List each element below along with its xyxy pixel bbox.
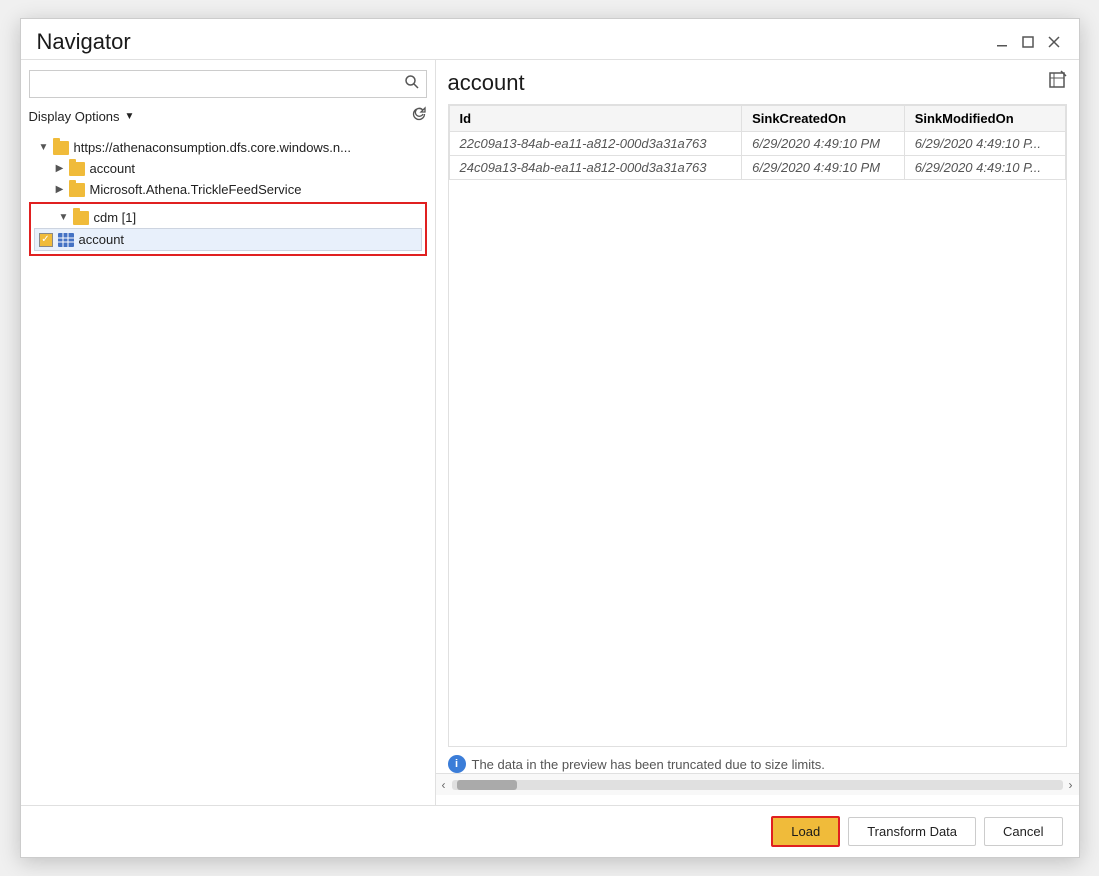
cell-modified-1: 6/29/2020 4:49:10 P... xyxy=(904,132,1065,156)
expand-icon: ▶ xyxy=(53,162,67,176)
preview-table-wrapper: Id SinkCreatedOn SinkModifiedOn 22c09a13… xyxy=(448,104,1067,747)
dialog-titlebar: Navigator xyxy=(21,19,1079,59)
table-header-row: Id SinkCreatedOn SinkModifiedOn xyxy=(449,106,1065,132)
tree-item-cdm[interactable]: ▼ cdm [1] xyxy=(33,207,423,228)
preview-header: account xyxy=(448,70,1067,96)
root-url-label: https://athenaconsumption.dfs.core.windo… xyxy=(74,140,352,155)
tree-container: ▼ https://athenaconsumption.dfs.core.win… xyxy=(29,137,427,795)
cell-id-2: 24c09a13-84ab-ea11-a812-000d3a31a763 xyxy=(449,156,742,180)
dialog-title: Navigator xyxy=(37,29,131,55)
table-icon xyxy=(58,233,74,247)
cdm-account-label: account xyxy=(79,232,125,247)
col-sink-created: SinkCreatedOn xyxy=(742,106,905,132)
cell-created-1: 6/29/2020 4:49:10 PM xyxy=(742,132,905,156)
table-row: 24c09a13-84ab-ea11-a812-000d3a31a763 6/2… xyxy=(449,156,1065,180)
chevron-down-icon: ▼ xyxy=(125,111,135,122)
scroll-track[interactable] xyxy=(452,780,1063,790)
h-scroll-area: ‹ › xyxy=(436,773,1079,795)
dialog-footer: Load Transform Data Cancel xyxy=(21,805,1079,857)
titlebar-controls xyxy=(993,33,1063,51)
cell-id-1: 22c09a13-84ab-ea11-a812-000d3a31a763 xyxy=(449,132,742,156)
preview-action-button[interactable] xyxy=(1047,70,1067,95)
account-checkbox[interactable]: ✓ xyxy=(39,233,53,247)
collapse-icon: ▼ xyxy=(37,141,51,155)
cell-created-2: 6/29/2020 4:49:10 PM xyxy=(742,156,905,180)
close-button[interactable] xyxy=(1045,33,1063,51)
col-sink-modified: SinkModifiedOn xyxy=(904,106,1065,132)
display-options-row: Display Options ▼ xyxy=(29,106,427,127)
display-options-button[interactable]: Display Options ▼ xyxy=(29,109,135,124)
cancel-button[interactable]: Cancel xyxy=(984,817,1062,846)
info-icon: i xyxy=(448,755,466,773)
expand-icon: ▶ xyxy=(53,183,67,197)
scroll-thumb xyxy=(457,780,517,790)
dialog-body: Display Options ▼ ▼ https://athenaconsum… xyxy=(21,59,1079,805)
left-panel: Display Options ▼ ▼ https://athenaconsum… xyxy=(21,60,436,805)
col-id: Id xyxy=(449,106,742,132)
minimize-button[interactable] xyxy=(993,33,1011,51)
scroll-right-button[interactable]: › xyxy=(1067,778,1075,792)
display-options-label: Display Options xyxy=(29,109,120,124)
cdm-group: ▼ cdm [1] ✓ xyxy=(29,202,427,256)
search-box xyxy=(29,70,427,98)
search-input[interactable] xyxy=(36,77,404,92)
tree-item-root[interactable]: ▼ https://athenaconsumption.dfs.core.win… xyxy=(29,137,427,158)
collapse-icon: ▼ xyxy=(57,211,71,225)
scroll-left-button[interactable]: ‹ xyxy=(440,778,448,792)
folder-icon xyxy=(69,162,85,176)
load-button[interactable]: Load xyxy=(771,816,840,847)
folder-icon xyxy=(53,141,69,155)
cdm-label: cdm [1] xyxy=(94,210,137,225)
folder-icon xyxy=(69,183,85,197)
preview-title: account xyxy=(448,70,525,96)
navigator-dialog: Navigator xyxy=(20,18,1080,858)
cell-modified-2: 6/29/2020 4:49:10 P... xyxy=(904,156,1065,180)
microsoft-label: Microsoft.Athena.TrickleFeedService xyxy=(90,182,302,197)
truncate-text: The data in the preview has been truncat… xyxy=(472,757,825,772)
right-panel: account Id SinkCreatedOn SinkModifiedOn xyxy=(436,60,1079,805)
restore-button[interactable] xyxy=(1019,33,1037,51)
truncate-notice: i The data in the preview has been trunc… xyxy=(448,755,1067,773)
table-row: 22c09a13-84ab-ea11-a812-000d3a31a763 6/2… xyxy=(449,132,1065,156)
transform-data-button[interactable]: Transform Data xyxy=(848,817,976,846)
tree-item-account[interactable]: ▶ account xyxy=(29,158,427,179)
tree-item-cdm-account[interactable]: ✓ account xyxy=(34,228,422,251)
refresh-button[interactable] xyxy=(411,106,427,127)
search-button[interactable] xyxy=(404,74,420,94)
preview-table: Id SinkCreatedOn SinkModifiedOn 22c09a13… xyxy=(449,105,1066,180)
tree-item-microsoft[interactable]: ▶ Microsoft.Athena.TrickleFeedService xyxy=(29,179,427,200)
folder-icon xyxy=(73,211,89,225)
account-label: account xyxy=(90,161,136,176)
